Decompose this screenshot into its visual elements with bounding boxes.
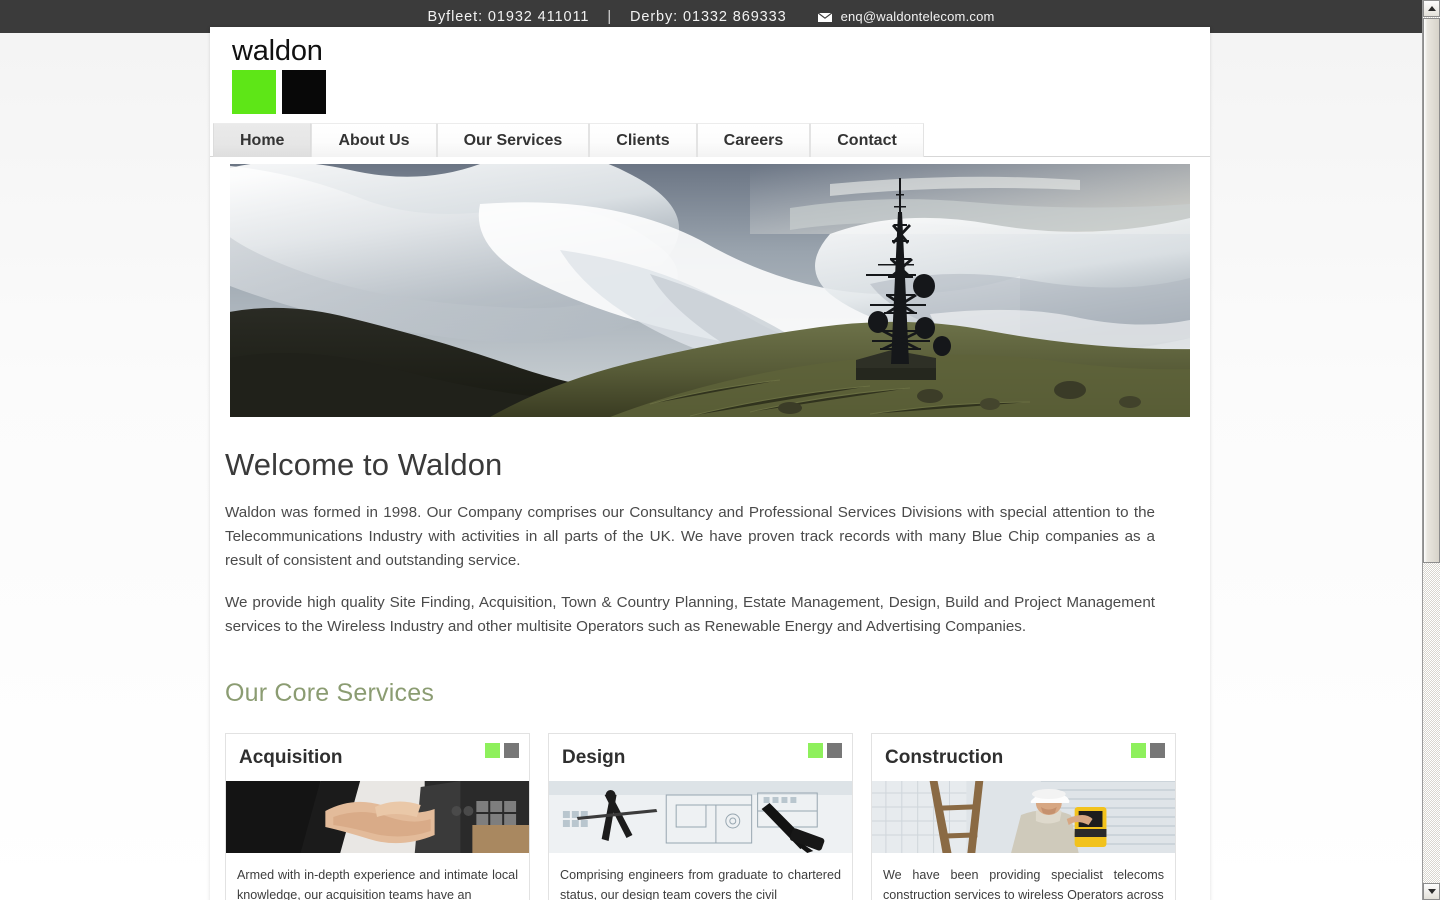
service-card-header: Construction — [872, 734, 1175, 781]
page-title: Welcome to Waldon — [225, 447, 503, 482]
email-address: enq@waldontelecom.com — [840, 9, 995, 24]
core-services-cards: Acquisition Armed with in-depth experien… — [225, 733, 1188, 900]
blueprint-photo — [549, 781, 852, 853]
scroll-down-arrow-icon — [1427, 889, 1436, 894]
scroll-down-button[interactable] — [1423, 883, 1440, 900]
logo-wordmark: waldon — [232, 35, 323, 67]
site-logo[interactable]: waldon — [210, 27, 1210, 123]
green-square-icon — [485, 743, 500, 758]
service-card-text: We have been providing specialist teleco… — [883, 868, 1164, 900]
scrollbar-thumb[interactable] — [1423, 18, 1440, 563]
nav-item-clients-label: Clients — [616, 131, 670, 149]
handshake-photo — [226, 781, 529, 853]
envelope-icon — [816, 11, 833, 23]
service-card-design[interactable]: Design Comprising engineers from graduat… — [548, 733, 853, 900]
service-card-text: Comprising engineers from graduate to ch… — [560, 868, 841, 900]
nav-item-contact[interactable]: Contact — [810, 123, 924, 157]
service-card-marks — [808, 743, 842, 758]
contact-separator: | — [607, 8, 612, 25]
hero-banner-image — [230, 164, 1190, 417]
grey-square-icon — [827, 743, 842, 758]
service-card-marks — [485, 743, 519, 758]
nav-item-home[interactable]: Home — [213, 123, 312, 157]
grey-square-icon — [1150, 743, 1165, 758]
construction-worker-photo — [872, 781, 1175, 853]
logo-green-square-icon — [232, 70, 276, 114]
nav-item-our-services[interactable]: Our Services — [436, 123, 590, 157]
service-card-acquisition[interactable]: Acquisition Armed with in-depth experien… — [225, 733, 530, 900]
service-card-header: Acquisition — [226, 734, 529, 781]
service-card-header: Design — [549, 734, 852, 781]
nav-item-about-us[interactable]: About Us — [311, 123, 437, 157]
logo-black-square-icon — [282, 70, 326, 114]
logo-squares — [232, 70, 1210, 114]
nav-item-contact-label: Contact — [837, 131, 897, 149]
vertical-scrollbar[interactable] — [1422, 0, 1440, 900]
service-card-title: Acquisition — [239, 746, 343, 768]
scroll-up-arrow-icon — [1427, 6, 1436, 11]
byfleet-phone: Byfleet: 01932 411011 — [427, 8, 590, 25]
grey-square-icon — [504, 743, 519, 758]
service-card-marks — [1131, 743, 1165, 758]
nav-item-careers[interactable]: Careers — [696, 123, 811, 157]
page-root: Byfleet: 01932 411011 | Derby: 01332 869… — [0, 0, 1440, 900]
nav-item-careers-label: Careers — [723, 131, 784, 149]
top-contact-bar-inner: Byfleet: 01932 411011 | Derby: 01332 869… — [427, 9, 994, 25]
service-card-title: Design — [562, 746, 626, 768]
green-square-icon — [808, 743, 823, 758]
service-card-construction[interactable]: Construction We have been providing spec… — [871, 733, 1176, 900]
main-content: Welcome to Waldon Waldon was formed in 1… — [210, 447, 1210, 900]
nav-item-clients[interactable]: Clients — [589, 123, 697, 157]
email-link[interactable]: enq@waldontelecom.com — [816, 9, 995, 24]
derby-phone: Derby: 01332 869333 — [629, 8, 787, 25]
service-card-title: Construction — [885, 746, 1004, 768]
main-navigation: Home About Us Our Services Clients Caree… — [210, 123, 1210, 157]
nav-item-our-services-label: Our Services — [463, 131, 563, 149]
intro-paragraph-1: Waldon was formed in 1998. Our Company c… — [225, 504, 1155, 569]
nav-item-home-label: Home — [240, 131, 285, 149]
service-card-text: Armed with in-depth experience and intim… — [237, 868, 518, 900]
intro-paragraph-2: We provide high quality Site Finding, Ac… — [225, 594, 1155, 635]
scroll-up-button[interactable] — [1423, 0, 1440, 17]
core-services-heading: Our Core Services — [225, 679, 435, 707]
nav-item-about-us-label: About Us — [338, 131, 410, 149]
green-square-icon — [1131, 743, 1146, 758]
site-container: waldon Home About Us Our Services Client… — [210, 27, 1210, 900]
